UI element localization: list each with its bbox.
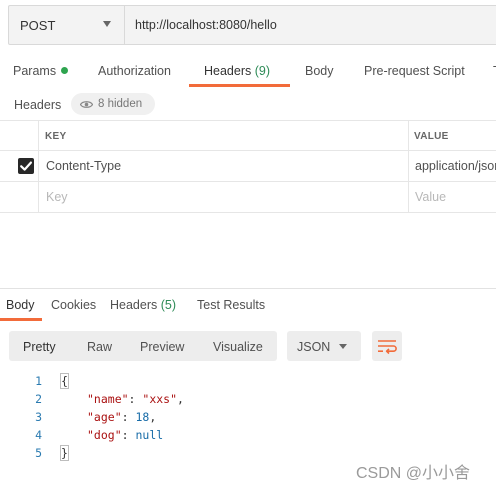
line-number: 2 [35,392,42,406]
table-row: Key Value [0,182,496,213]
json-key: "dog" [87,428,122,442]
tab-headers-label: Headers [204,64,252,78]
column-divider [408,182,409,212]
response-tab-headers-count: (5) [160,298,177,312]
tab-headers-count: (9) [254,64,271,78]
headers-section-label: Headers [14,98,62,112]
json-key: "name" [87,392,129,406]
response-tab-body[interactable]: Body [6,298,35,312]
active-tab-underline [189,84,290,87]
response-tabs: Body Cookies Headers (5) Test Results [0,289,496,321]
column-divider [38,121,39,150]
tab-authorization[interactable]: Authorization [98,64,171,78]
headers-section-header: Headers 8 hidden [0,92,496,118]
tab-params[interactable]: Params [13,64,69,78]
checkmark-icon [20,161,32,171]
tab-body[interactable]: Body [305,64,334,78]
response-tab-headers[interactable]: Headers (5) [110,298,176,312]
header-key-cell[interactable]: Content-Type [46,159,121,173]
line-number: 3 [35,410,42,424]
line-number: 1 [35,374,42,388]
params-active-dot-icon [61,67,69,74]
url-bar: POST http://localhost:8080/hello [8,5,496,45]
view-raw-button[interactable]: Raw [87,340,112,354]
view-preview-button[interactable]: Preview [140,340,184,354]
response-tab-test-results[interactable]: Test Results [197,298,265,312]
table-row: Content-Type application/json [0,151,496,182]
eye-icon [80,101,93,108]
response-tab-cookies[interactable]: Cookies [51,298,96,312]
method-label: POST [20,18,56,33]
column-header-key: KEY [45,131,67,142]
json-number-value: 18 [135,410,150,424]
column-divider [38,182,39,212]
code-line-age: "age": 18, [87,410,157,424]
line-number: 4 [35,428,42,442]
hidden-headers-toggle[interactable]: 8 hidden [71,93,155,115]
tab-headers[interactable]: Headers (9) [204,64,270,78]
url-input[interactable]: http://localhost:8080/hello [135,18,277,32]
chevron-down-icon [339,344,347,349]
new-key-input[interactable]: Key [46,190,68,204]
response-active-tab-underline [0,318,42,321]
column-divider [38,151,39,181]
watermark-text: CSDN @小小舍 [356,465,471,482]
line-number: 5 [35,446,42,460]
code-line-name: "name": "xxs", [87,392,184,406]
view-pretty-button[interactable]: Pretty [23,340,56,354]
table-header-row: KEY VALUE [0,120,496,151]
code-close-brace: } [60,445,69,461]
header-enabled-checkbox[interactable] [18,158,34,174]
column-header-value: VALUE [414,131,449,142]
code-line-dog: "dog": null [87,428,164,442]
column-divider [408,121,409,150]
wrap-lines-button[interactable] [372,331,402,361]
json-string-value: "xxs" [142,392,178,406]
response-tab-headers-label: Headers [110,298,158,312]
hidden-headers-count: 8 hidden [98,98,143,110]
response-body-code[interactable]: 1 2 3 4 5 { "name": "xxs", "age": 18, "d… [0,370,496,470]
format-select[interactable]: JSON [287,331,361,361]
format-select-label: JSON [297,340,331,354]
wrap-lines-icon [378,340,397,355]
request-tabs: Params Authorization Headers (9) Body Pr… [0,52,496,88]
header-value-cell[interactable]: application/json [415,159,496,173]
chevron-down-icon [103,21,111,27]
column-divider [408,151,409,181]
json-null-value: null [135,428,164,442]
tab-prerequest-script[interactable]: Pre-request Script [364,64,465,78]
json-key: "age" [87,410,122,424]
view-visualize-button[interactable]: Visualize [213,340,263,354]
tab-params-label: Params [13,64,57,78]
new-value-input[interactable]: Value [415,190,446,204]
code-open-brace: { [60,373,69,389]
method-select[interactable]: POST [9,6,125,44]
view-mode-bar: Pretty Raw Preview Visualize [9,331,277,361]
